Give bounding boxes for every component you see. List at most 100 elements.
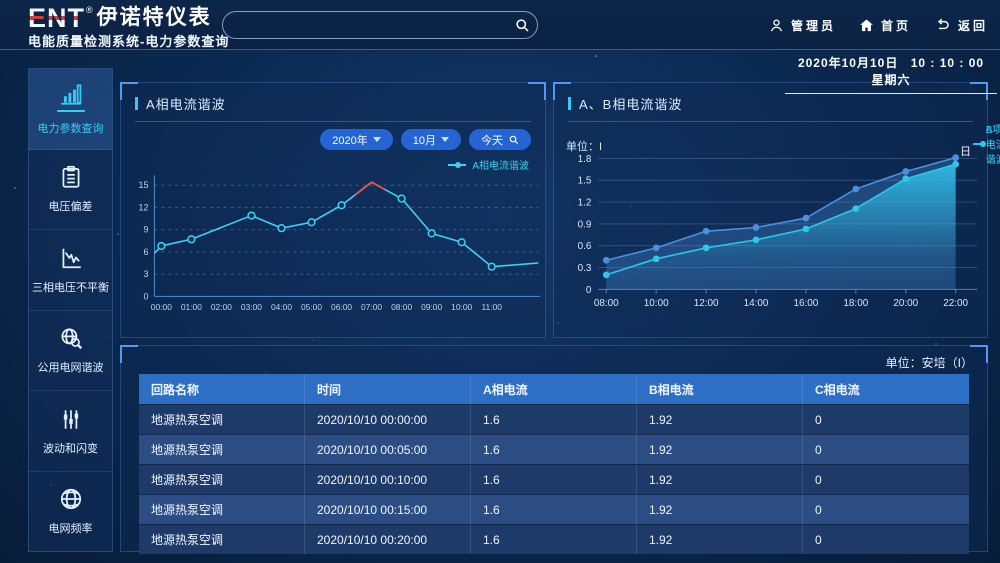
svg-text:22:00: 22:00 [943,298,968,309]
sidebar-item-2[interactable]: 电压偏差 [29,150,112,231]
sidebar-item-6[interactable]: 电网频率 [29,472,112,552]
table-cell: 1.6 [471,495,637,524]
svg-text:01:00: 01:00 [181,302,202,312]
table-header-cell: 回路名称 [139,374,305,404]
home-button[interactable]: 首页 [858,17,911,34]
table-header-cell: B相电流 [637,374,803,404]
svg-text:00:00: 00:00 [151,302,172,312]
svg-text:0: 0 [143,291,148,301]
table-cell: 2020/10/10 00:05:00 [305,435,471,464]
svg-text:3: 3 [143,269,148,279]
table-header-cell: C相电流 [803,374,969,404]
table-header-row: 回路名称时间A相电流B相电流C相电流 [139,374,969,404]
svg-text:1.2: 1.2 [578,198,592,209]
sidebar-item-label: 电压偏差 [49,198,93,214]
sidebar-item-label: 波动和闪变 [43,440,98,456]
svg-text:1.8: 1.8 [578,154,592,165]
brand-title: 伊诺特仪表 [97,5,212,31]
logo: ENT ® 伊诺特仪表 [28,5,212,31]
admin-button[interactable]: 管理员 [768,17,836,34]
table-cell: 1.6 [471,525,637,554]
table-row: 地源热泵空调2020/10/10 00:05:001.61.920 [139,434,969,464]
svg-text:6: 6 [143,247,148,257]
clipboard-icon [58,164,84,190]
current-time: 10 : 10 : 00 [911,56,984,70]
svg-text:05:00: 05:00 [301,302,322,312]
svg-text:12:00: 12:00 [694,298,719,309]
table-cell: 地源热泵空调 [139,465,305,494]
bar-chart-icon [58,81,84,107]
registered-mark: ® [86,5,93,15]
globe-search-icon [58,325,84,351]
table-row: 地源热泵空调2020/10/10 00:20:001.61.920 [139,524,969,554]
table-cell: 0 [803,405,969,434]
phase-ab-harmonic-panel: A、B相电流谐波 A项电流谐波 B项电流谐波 单位：I 日 00.30.60.9… [553,82,988,338]
sidebar-item-label: 电力参数查询 [38,120,104,136]
table-row: 地源热泵空调2020/10/10 00:10:001.61.920 [139,464,969,494]
back-button[interactable]: 返回 [933,17,988,34]
sidebar-item-3[interactable]: 三相电压不平衡 [29,230,112,311]
svg-text:02:00: 02:00 [211,302,232,312]
system-subtitle: 电能质量检测系统-电力参数查询 [28,31,229,50]
chevron-down-icon [441,137,449,142]
table-cell: 0 [803,435,969,464]
table-cell: 1.6 [471,405,637,434]
month-select[interactable]: 10月 [401,129,461,150]
user-icon [768,17,785,34]
svg-text:20:00: 20:00 [893,298,918,309]
search-bar [222,11,538,39]
svg-text:9: 9 [143,225,148,235]
active-indicator [57,110,85,112]
table-cell: 2020/10/10 00:15:00 [305,495,471,524]
table-cell: 1.92 [637,435,803,464]
table-cell: 2020/10/10 00:20:00 [305,525,471,554]
sidebar-item-label: 电网频率 [49,520,93,536]
svg-text:0: 0 [586,285,592,296]
table-cell: 2020/10/10 00:00:00 [305,405,471,434]
phase-ab-area-chart: 0 0.3 0.6 0.9 1.2 1.5 1.8 08:00 10:00 12:00 14:00 1… [554,83,987,337]
svg-text:07:00: 07:00 [361,302,382,312]
table-cell: 1.92 [637,465,803,494]
table-cell: 地源热泵空调 [139,405,305,434]
svg-text:08:00: 08:00 [391,302,412,312]
svg-text:12: 12 [139,202,149,212]
svg-text:03:00: 03:00 [241,302,262,312]
home-icon [858,17,875,34]
svg-text:0.9: 0.9 [578,219,592,230]
phase-a-harmonic-panel: A相电流谐波 2020年 10月 今天 A相电流谐波 0369121500:00… [120,82,546,338]
table-cell: 地源热泵空调 [139,525,305,554]
svg-text:09:00: 09:00 [421,302,442,312]
date-filter-controls: 2020年 10月 今天 [320,129,531,150]
svg-text:08:00: 08:00 [594,298,619,309]
svg-text:11:00: 11:00 [481,302,502,312]
svg-text:06:00: 06:00 [331,302,352,312]
svg-text:10:00: 10:00 [451,302,472,312]
table-cell: 0 [803,495,969,524]
current-weekday: 星期六 [871,73,910,87]
current-data-table-panel: 单位：安培（I） 回路名称时间A相电流B相电流C相电流 地源热泵空调2020/1… [120,345,988,552]
year-select[interactable]: 2020年 [320,129,392,150]
table-body: 地源热泵空调2020/10/10 00:00:001.61.920地源热泵空调2… [139,404,969,554]
sidebar-item-1[interactable]: 电力参数查询 [29,69,112,150]
phase-a-line-chart: 0369121500:0001:0002:0003:0004:0005:0006… [121,83,545,337]
svg-text:0.3: 0.3 [578,263,592,274]
svg-text:0.6: 0.6 [578,241,592,252]
sidebar-item-5[interactable]: 波动和闪变 [29,391,112,472]
svg-text:14:00: 14:00 [744,298,769,309]
table-header-cell: A相电流 [471,374,637,404]
svg-text:18:00: 18:00 [843,298,868,309]
sidebar-item-label: 三相电压不平衡 [32,279,109,295]
header-actions: 管理员 首页 返回 [768,0,988,50]
table-unit-note: 单位：安培（I） [886,354,973,371]
chevron-down-icon [373,137,381,142]
today-search-button[interactable]: 今天 [469,129,531,150]
table-cell: 0 [803,525,969,554]
sidebar-item-4[interactable]: 公用电网谐波 [29,311,112,392]
svg-text:1.5: 1.5 [578,176,592,187]
search-icon[interactable] [507,12,537,38]
search-input[interactable] [223,18,507,33]
return-icon [933,17,952,34]
table-header-cell: 时间 [305,374,471,404]
svg-text:10:00: 10:00 [644,298,669,309]
table-cell: 地源热泵空调 [139,435,305,464]
